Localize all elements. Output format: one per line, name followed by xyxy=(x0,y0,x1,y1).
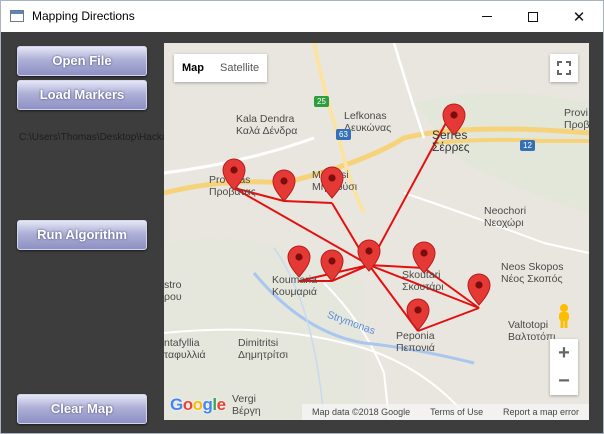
run-algorithm-button[interactable]: Run Algorithm xyxy=(17,220,147,250)
map-data-attribution: Map data ©2018 Google xyxy=(311,407,411,417)
fullscreen-button[interactable] xyxy=(550,54,578,82)
marker-pin-peponia[interactable] xyxy=(406,298,430,331)
map-type-satellite-button[interactable]: Satellite xyxy=(212,54,267,82)
map-type-map-button[interactable]: Map xyxy=(174,54,212,82)
title-bar: Mapping Directions ✕ xyxy=(1,1,603,32)
zoom-out-button[interactable]: − xyxy=(558,367,570,395)
pegman-icon xyxy=(559,304,569,328)
app-icon xyxy=(10,10,24,22)
clear-map-button[interactable]: Clear Map xyxy=(17,394,147,424)
minimize-icon xyxy=(482,16,492,17)
map-type-control: Map Satellite xyxy=(174,54,268,82)
marker-pin-provatas-east[interactable] xyxy=(272,169,296,202)
marker-pin-provatas[interactable] xyxy=(222,158,246,191)
maximize-button[interactable] xyxy=(510,1,556,32)
street-view-pegman[interactable] xyxy=(550,302,578,330)
map-view[interactable]: Provi Προβ Kala Dendra Καλά Δένδρα Lefkona… xyxy=(164,43,589,420)
marker-layer xyxy=(222,103,491,331)
terms-of-use-link[interactable]: Terms of Use xyxy=(430,407,483,417)
marker-pin-neos-skopos[interactable] xyxy=(467,273,491,306)
marker-pin-serres[interactable] xyxy=(442,103,466,136)
close-icon: ✕ xyxy=(572,8,586,26)
load-markers-button[interactable]: Load Markers xyxy=(17,80,147,110)
marker-pin-center[interactable] xyxy=(357,239,381,272)
marker-pin-koumaria-west[interactable] xyxy=(287,245,311,278)
open-file-button[interactable]: Open File xyxy=(17,46,147,76)
zoom-in-button[interactable]: + xyxy=(558,339,570,367)
google-logo: Google xyxy=(170,395,226,414)
window-title: Mapping Directions xyxy=(32,9,135,23)
zoom-control: + − xyxy=(550,339,578,395)
app-window: Mapping Directions ✕ Open File Load Mark… xyxy=(0,0,604,434)
fullscreen-icon xyxy=(557,61,571,75)
close-button[interactable]: ✕ xyxy=(556,1,602,32)
report-map-error-link[interactable]: Report a map error xyxy=(503,407,579,417)
marker-pin-koumaria-east[interactable] xyxy=(320,249,344,282)
minimize-button[interactable] xyxy=(464,1,510,32)
marker-pin-skoutari[interactable] xyxy=(412,241,436,274)
map-footer: Map data ©2018 Google Terms of Use Repor… xyxy=(302,404,589,420)
maximize-icon xyxy=(528,11,538,22)
marker-pin-mitrousi[interactable] xyxy=(320,166,344,199)
